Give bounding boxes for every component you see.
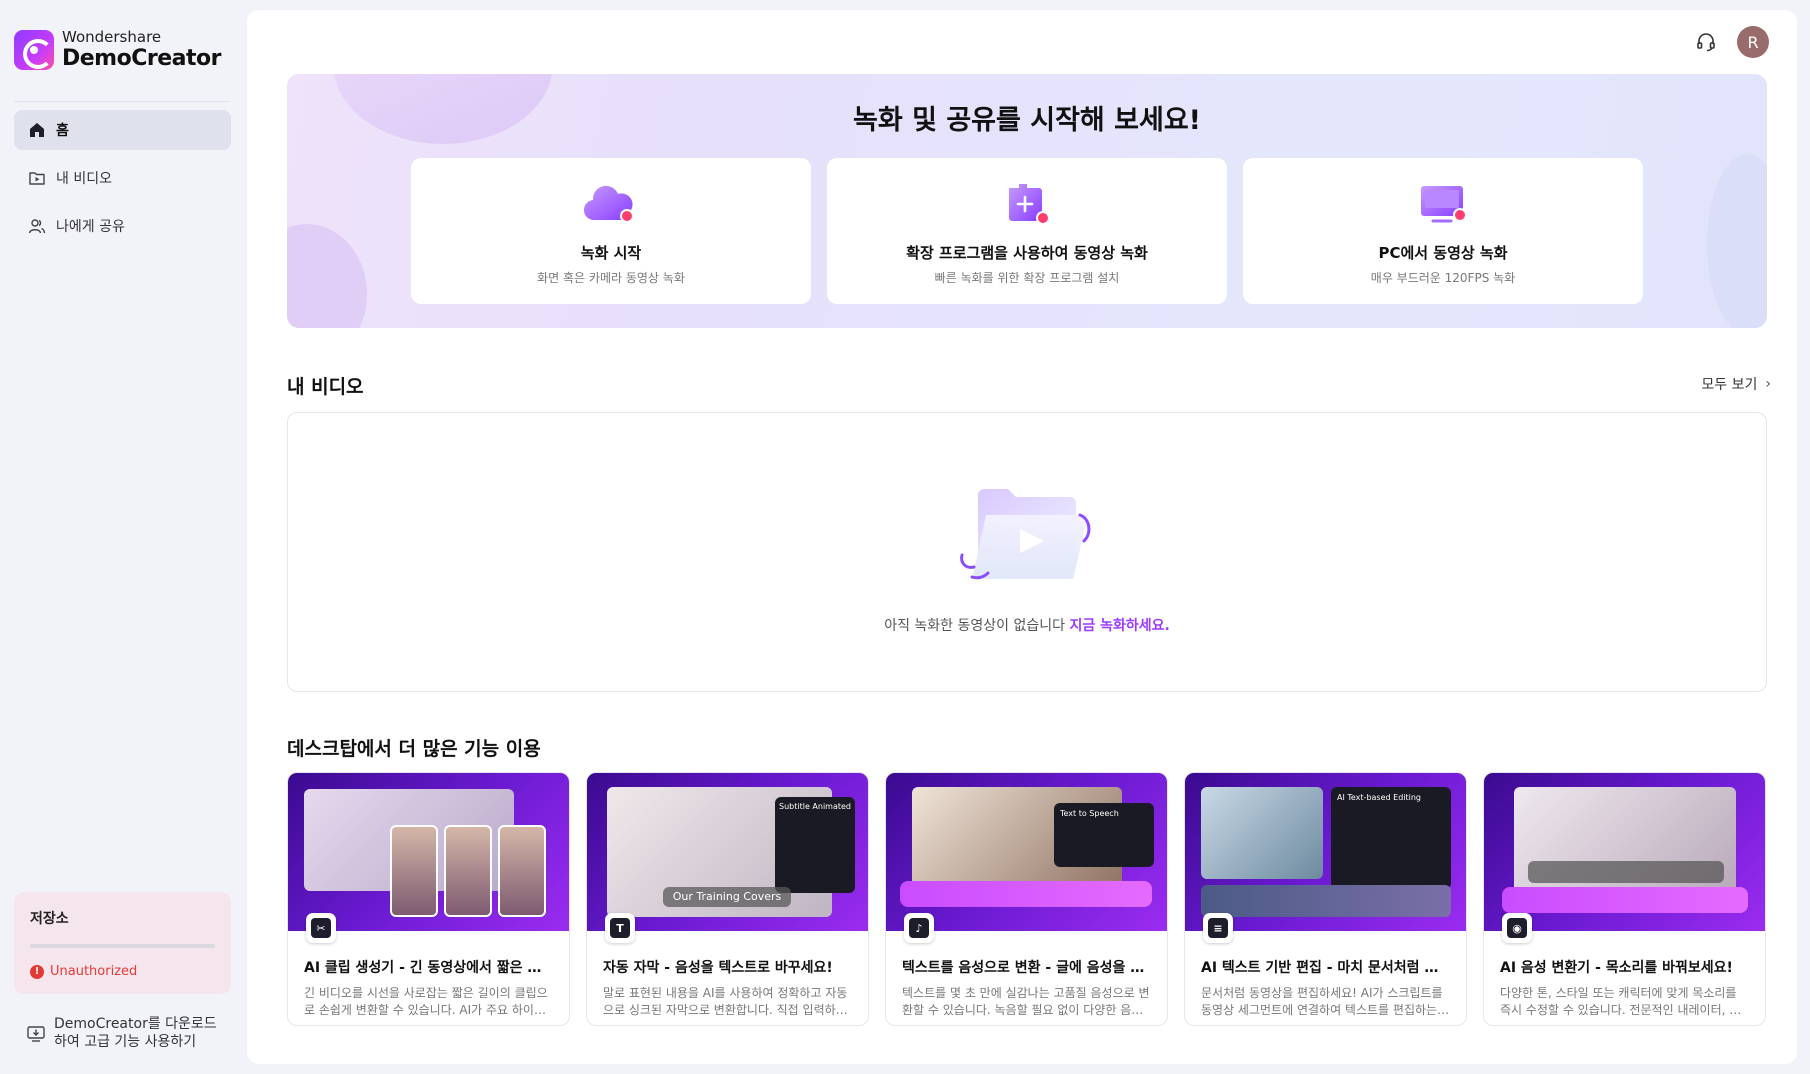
storage-status: ! Unauthorized [30, 964, 215, 979]
storage-progress-bar [30, 944, 215, 948]
storage-panel: 저장소 ! Unauthorized [14, 892, 231, 994]
hero-decoration [1707, 154, 1767, 328]
empty-video-illustration [960, 489, 1091, 580]
warning-icon: ! [30, 964, 44, 979]
feature-thumbnail [1484, 773, 1765, 931]
feature-card-ai-clip[interactable]: ✂ AI 클립 생성기 - 긴 동영상에서 짧은 클립을 만들어보세요! 긴 비… [287, 772, 570, 1026]
feature-thumbnail: Text to Speech [886, 773, 1167, 931]
feature-card-voice-changer[interactable]: ◉ AI 음성 변환기 - 목소리를 바꿔보세요! 다양한 톤, 스타일 또는 … [1483, 772, 1766, 1026]
download-desktop-text: DemoCreator를 다운로드하여 고급 기능 사용하기 [54, 1016, 217, 1050]
my-videos-empty-state: 아직 녹화한 동영상이 없습니다 지금 녹화하세요. [287, 412, 1767, 692]
feature-card-text-editing[interactable]: AI Text-based Editing ≡ AI 텍스트 기반 편집 - 마… [1184, 772, 1467, 1026]
democreator-logo-icon [14, 30, 54, 70]
feature-card-title: AI 클립 생성기 - 긴 동영상에서 짧은 클립을 만들어보세요! [304, 960, 553, 976]
feature-cards: ✂ AI 클립 생성기 - 긴 동영상에서 짧은 클립을 만들어보세요! 긴 비… [287, 772, 1766, 1026]
feature-card-title: 자동 자막 - 음성을 텍스트로 바꾸세요! [603, 960, 833, 976]
feature-card-text-to-speech[interactable]: Text to Speech ♪ 텍스트를 음성으로 변환 - 글에 음성을 입… [885, 772, 1168, 1026]
download-desktop-link[interactable]: DemoCreator를 다운로드하여 고급 기능 사용하기 [26, 1015, 226, 1051]
sidebar-item-shared[interactable]: 나에게 공유 [14, 206, 231, 246]
feature-card-title: AI 텍스트 기반 편집 - 마치 문서처럼 동영상을 편집하세요! [1201, 960, 1450, 976]
feature-thumbnail: Subtitle Animated Our Training Covers [587, 773, 868, 931]
main-content: R 녹화 및 공유를 시작해 보세요! 녹화 시작 화면 혹은 카메라 동영상 … [247, 10, 1797, 1064]
sidebar-item-my-videos[interactable]: 내 비디오 [14, 158, 231, 198]
hero-card-desc: 매우 부드러운 120FPS 녹화 [1370, 271, 1516, 285]
features-title: 데스크탑에서 더 많은 기능 이용 [287, 738, 541, 760]
download-desktop-icon [27, 1026, 45, 1042]
start-recording-card[interactable]: 녹화 시작 화면 혹은 카메라 동영상 녹화 [411, 158, 811, 304]
empty-state-message: 아직 녹화한 동영상이 없습니다 지금 녹화하세요. [288, 615, 1766, 635]
thumb-text: Subtitle Animated [779, 802, 852, 811]
hero-card-desc: 화면 혹은 카메라 동영상 녹화 [537, 271, 685, 285]
feature-card-desc: 텍스트를 몇 초 만에 실감나는 고품질 음성으로 변환할 수 있습니다. 녹음… [902, 986, 1150, 1017]
my-videos-title: 내 비디오 [287, 376, 364, 398]
shared-users-icon [28, 217, 46, 235]
storage-status-text: Unauthorized [50, 964, 138, 979]
feature-thumbnail [288, 773, 569, 931]
user-avatar[interactable]: R [1737, 26, 1769, 58]
text-edit-icon: ≡ [1203, 913, 1233, 943]
pc-record-icon [1421, 186, 1467, 223]
extension-record-card[interactable]: 확장 프로그램을 사용하여 동영상 녹화 빠른 녹화를 위한 확장 프로그램 설… [827, 158, 1227, 304]
thumb-text: Our Training Covers [672, 890, 782, 903]
sidebar: Wondershare DemoCreator 홈 내 비디오 나에게 공유 저… [0, 0, 246, 1074]
hero-banner: 녹화 및 공유를 시작해 보세요! 녹화 시작 화면 혹은 카메라 동영상 녹화 [287, 74, 1767, 328]
support-headset-icon[interactable] [1695, 31, 1717, 53]
sidebar-item-label: 내 비디오 [56, 171, 112, 187]
empty-state-text: 아직 녹화한 동영상이 없습니다 [884, 618, 1065, 634]
logo-product: DemoCreator [62, 46, 221, 71]
see-all-label: 모두 보기 [1701, 377, 1758, 393]
topbar-actions: R [1695, 26, 1769, 58]
feature-card-desc: 긴 비디오를 시선을 사로잡는 짧은 길이의 클립으로 손쉽게 변환할 수 있습… [304, 986, 548, 1017]
hero-card-title: PC에서 동영상 녹화 [1378, 244, 1508, 262]
chevron-right-icon: › [1765, 376, 1771, 392]
thumb-text: Text to Speech [1060, 809, 1119, 818]
sidebar-item-label: 홈 [56, 123, 69, 139]
feature-card-desc: 다양한 톤, 스타일 또는 캐릭터에 맞게 목소리를 즉시 수정할 수 있습니다… [1500, 986, 1741, 1017]
pc-record-card[interactable]: PC에서 동영상 녹화 매우 부드러운 120FPS 녹화 [1243, 158, 1643, 304]
feature-card-auto-subtitle[interactable]: Subtitle Animated Our Training Covers T … [586, 772, 869, 1026]
voice-changer-icon: ◉ [1502, 913, 1532, 943]
storage-title: 저장소 [30, 911, 69, 927]
hero-card-desc: 빠른 녹화를 위한 확장 프로그램 설치 [934, 271, 1120, 285]
sidebar-nav: 홈 내 비디오 나에게 공유 [14, 110, 231, 254]
hero-card-title: 확장 프로그램을 사용하여 동영상 녹화 [906, 244, 1148, 262]
hero-card-title: 녹화 시작 [580, 244, 642, 262]
cloud-record-icon [583, 185, 634, 223]
tts-icon: ♪ [904, 913, 934, 943]
extension-record-icon [1009, 184, 1050, 225]
subtitle-icon: T [605, 913, 635, 943]
feature-card-title: 텍스트를 음성으로 변환 - 글에 음성을 입혀보세요! [902, 960, 1151, 976]
video-folder-icon [28, 169, 46, 187]
see-all-link[interactable]: 모두 보기 › [1701, 374, 1771, 394]
hero-title: 녹화 및 공유를 시작해 보세요! [853, 105, 1201, 136]
thumb-text: AI Text-based Editing [1337, 793, 1421, 802]
home-icon [28, 121, 46, 139]
ai-clip-icon: ✂ [306, 913, 336, 943]
hero-decoration [287, 224, 367, 328]
feature-card-desc: 문서처럼 동영상을 편집하세요! AI가 스크립트를 동영상 세그먼트에 연결하… [1201, 986, 1443, 1017]
sidebar-item-home[interactable]: 홈 [14, 110, 231, 150]
feature-thumbnail: AI Text-based Editing [1185, 773, 1466, 931]
logo-brand: Wondershare [62, 28, 162, 46]
feature-card-desc: 말로 표현된 내용을 AI를 사용하여 정확하고 자동으로 싱크된 자막으로 변… [603, 986, 848, 1017]
record-now-link[interactable]: 지금 녹화하세요. [1069, 618, 1169, 634]
hero-cards: 녹화 시작 화면 혹은 카메라 동영상 녹화 확장 프로그램을 사용하여 동영상… [411, 158, 1643, 304]
sidebar-item-label: 나에게 공유 [56, 219, 125, 235]
feature-card-title: AI 음성 변환기 - 목소리를 바꿔보세요! [1500, 960, 1733, 976]
sidebar-divider [14, 101, 230, 102]
app-logo[interactable]: Wondershare DemoCreator [14, 30, 221, 70]
